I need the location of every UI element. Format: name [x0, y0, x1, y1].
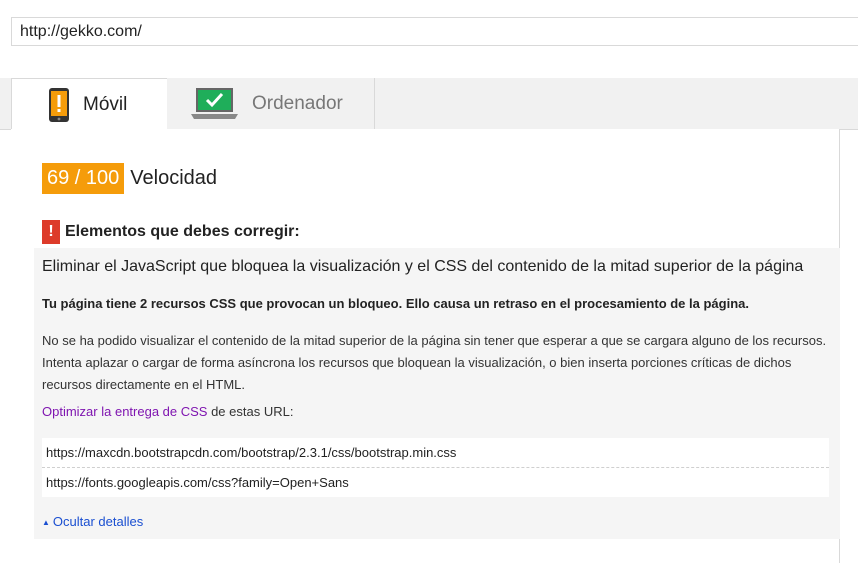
link-suffix: de estas URL:: [207, 404, 294, 419]
laptop-check-icon: [191, 88, 238, 119]
device-tabs: Móvil Ordenador: [0, 78, 858, 131]
exclamation-icon: !: [42, 220, 60, 244]
score-label: Velocidad: [130, 167, 218, 189]
hide-details-label: Ocultar detalles: [52, 514, 144, 529]
rule-description: No se ha podido visualizar el contenido …: [42, 333, 827, 392]
rule-title: Eliminar el JavaScript que bloquea la vi…: [42, 258, 804, 275]
tab-desktop-label: Ordenador: [252, 93, 343, 114]
optimize-css-link[interactable]: Optimizar la entrega de CSS: [42, 404, 207, 419]
score-row: 69 / 100 Velocidad: [42, 163, 217, 194]
results-panel: 69 / 100 Velocidad ! Elementos que debes…: [11, 129, 840, 563]
triangle-up-icon: ▲: [42, 518, 50, 527]
phone-warning-icon: [49, 88, 69, 122]
should-fix-heading: ! Elementos que debes corregir:: [42, 220, 300, 244]
rule-block: Eliminar el JavaScript que bloquea la vi…: [34, 248, 840, 539]
url-input[interactable]: [20, 18, 840, 45]
tab-mobile-label: Móvil: [83, 94, 128, 115]
score-badge: 69 / 100: [42, 163, 125, 194]
rule-link-line: Optimizar la entrega de CSS de estas URL…: [42, 404, 293, 419]
tab-mobile[interactable]: Móvil: [11, 78, 168, 131]
list-item: https://maxcdn.bootstrapcdn.com/bootstra…: [46, 445, 457, 460]
hide-details-toggle[interactable]: ▲ Ocultar detalles: [42, 514, 143, 529]
should-fix-title: Elementos que debes corregir:: [65, 223, 300, 240]
list-item: https://fonts.googleapis.com/css?family=…: [42, 467, 829, 497]
rule-summary: Tu página tiene 2 recursos CSS que provo…: [42, 296, 749, 311]
blocking-url-list: https://maxcdn.bootstrapcdn.com/bootstra…: [42, 438, 829, 497]
address-bar[interactable]: [11, 17, 858, 46]
tab-desktop[interactable]: Ordenador: [167, 78, 375, 130]
